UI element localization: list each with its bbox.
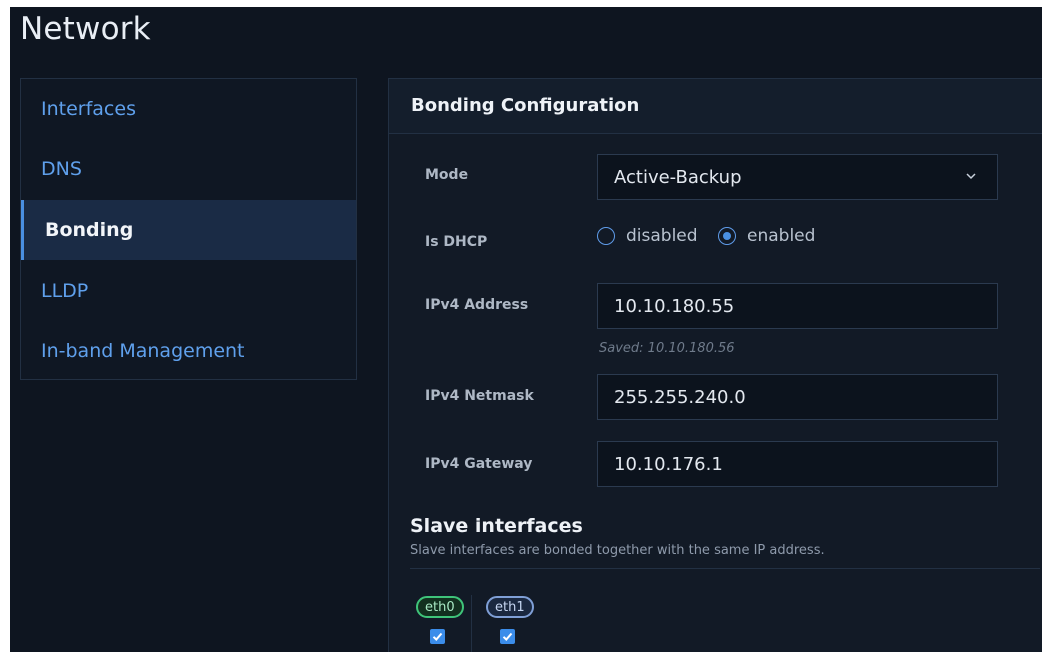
dhcp-enabled-radio[interactable]: enabled: [718, 226, 815, 246]
checkmark-icon: [502, 632, 513, 641]
sidebar-nav: Interfaces DNS Bonding LLDP In-band Mana…: [20, 78, 357, 380]
dhcp-enabled-label: enabled: [747, 226, 816, 246]
ipv4-netmask-input[interactable]: 255.255.240.0: [597, 374, 998, 420]
radio-unchecked-icon: [597, 227, 615, 245]
section-divider: [410, 568, 1040, 569]
checkmark-icon: [432, 632, 443, 641]
slave-checkbox-eth1[interactable]: [500, 629, 515, 644]
ipv4-address-saved-hint: Saved: 10.10.180.56: [599, 341, 735, 356]
radio-checked-icon: [718, 227, 736, 245]
bonding-panel: Bonding Configuration Mode Active-Backup…: [388, 78, 1042, 652]
sidebar-item-interfaces[interactable]: Interfaces: [21, 79, 356, 139]
chevron-down-icon: [966, 173, 976, 180]
sidebar-item-dns[interactable]: DNS: [21, 139, 356, 199]
slave-separator: [471, 595, 472, 652]
ipv4-address-input[interactable]: 10.10.180.55: [597, 283, 998, 329]
mode-value: Active-Backup: [614, 166, 742, 188]
ipv4-netmask-label: IPv4 Netmask: [425, 388, 534, 404]
sidebar-item-inband-management[interactable]: In-band Management: [21, 321, 356, 381]
network-page: Network Interfaces DNS Bonding LLDP In-b…: [10, 7, 1042, 652]
page-title: Network: [20, 11, 151, 47]
ipv4-gateway-input[interactable]: 10.10.176.1: [597, 441, 998, 487]
ipv4-gateway-label: IPv4 Gateway: [425, 456, 533, 472]
sidebar-item-bonding[interactable]: Bonding: [21, 200, 356, 260]
mode-label: Mode: [425, 167, 469, 183]
panel-title: Bonding Configuration: [411, 95, 640, 116]
slave-badge-eth0[interactable]: eth0: [416, 596, 464, 618]
slave-interfaces-title: Slave interfaces: [410, 515, 583, 537]
slave-interfaces-description: Slave interfaces are bonded together wit…: [410, 543, 825, 558]
slave-checkbox-eth0[interactable]: [430, 629, 445, 644]
sidebar-item-lldp[interactable]: LLDP: [21, 261, 356, 321]
dhcp-label: Is DHCP: [425, 234, 488, 250]
mode-select[interactable]: Active-Backup: [597, 154, 998, 200]
panel-header: Bonding Configuration: [389, 79, 1042, 134]
dhcp-disabled-label: disabled: [626, 226, 698, 246]
slave-badge-eth1[interactable]: eth1: [486, 596, 534, 618]
dhcp-disabled-radio[interactable]: disabled: [597, 226, 698, 246]
ipv4-address-label: IPv4 Address: [425, 297, 529, 313]
